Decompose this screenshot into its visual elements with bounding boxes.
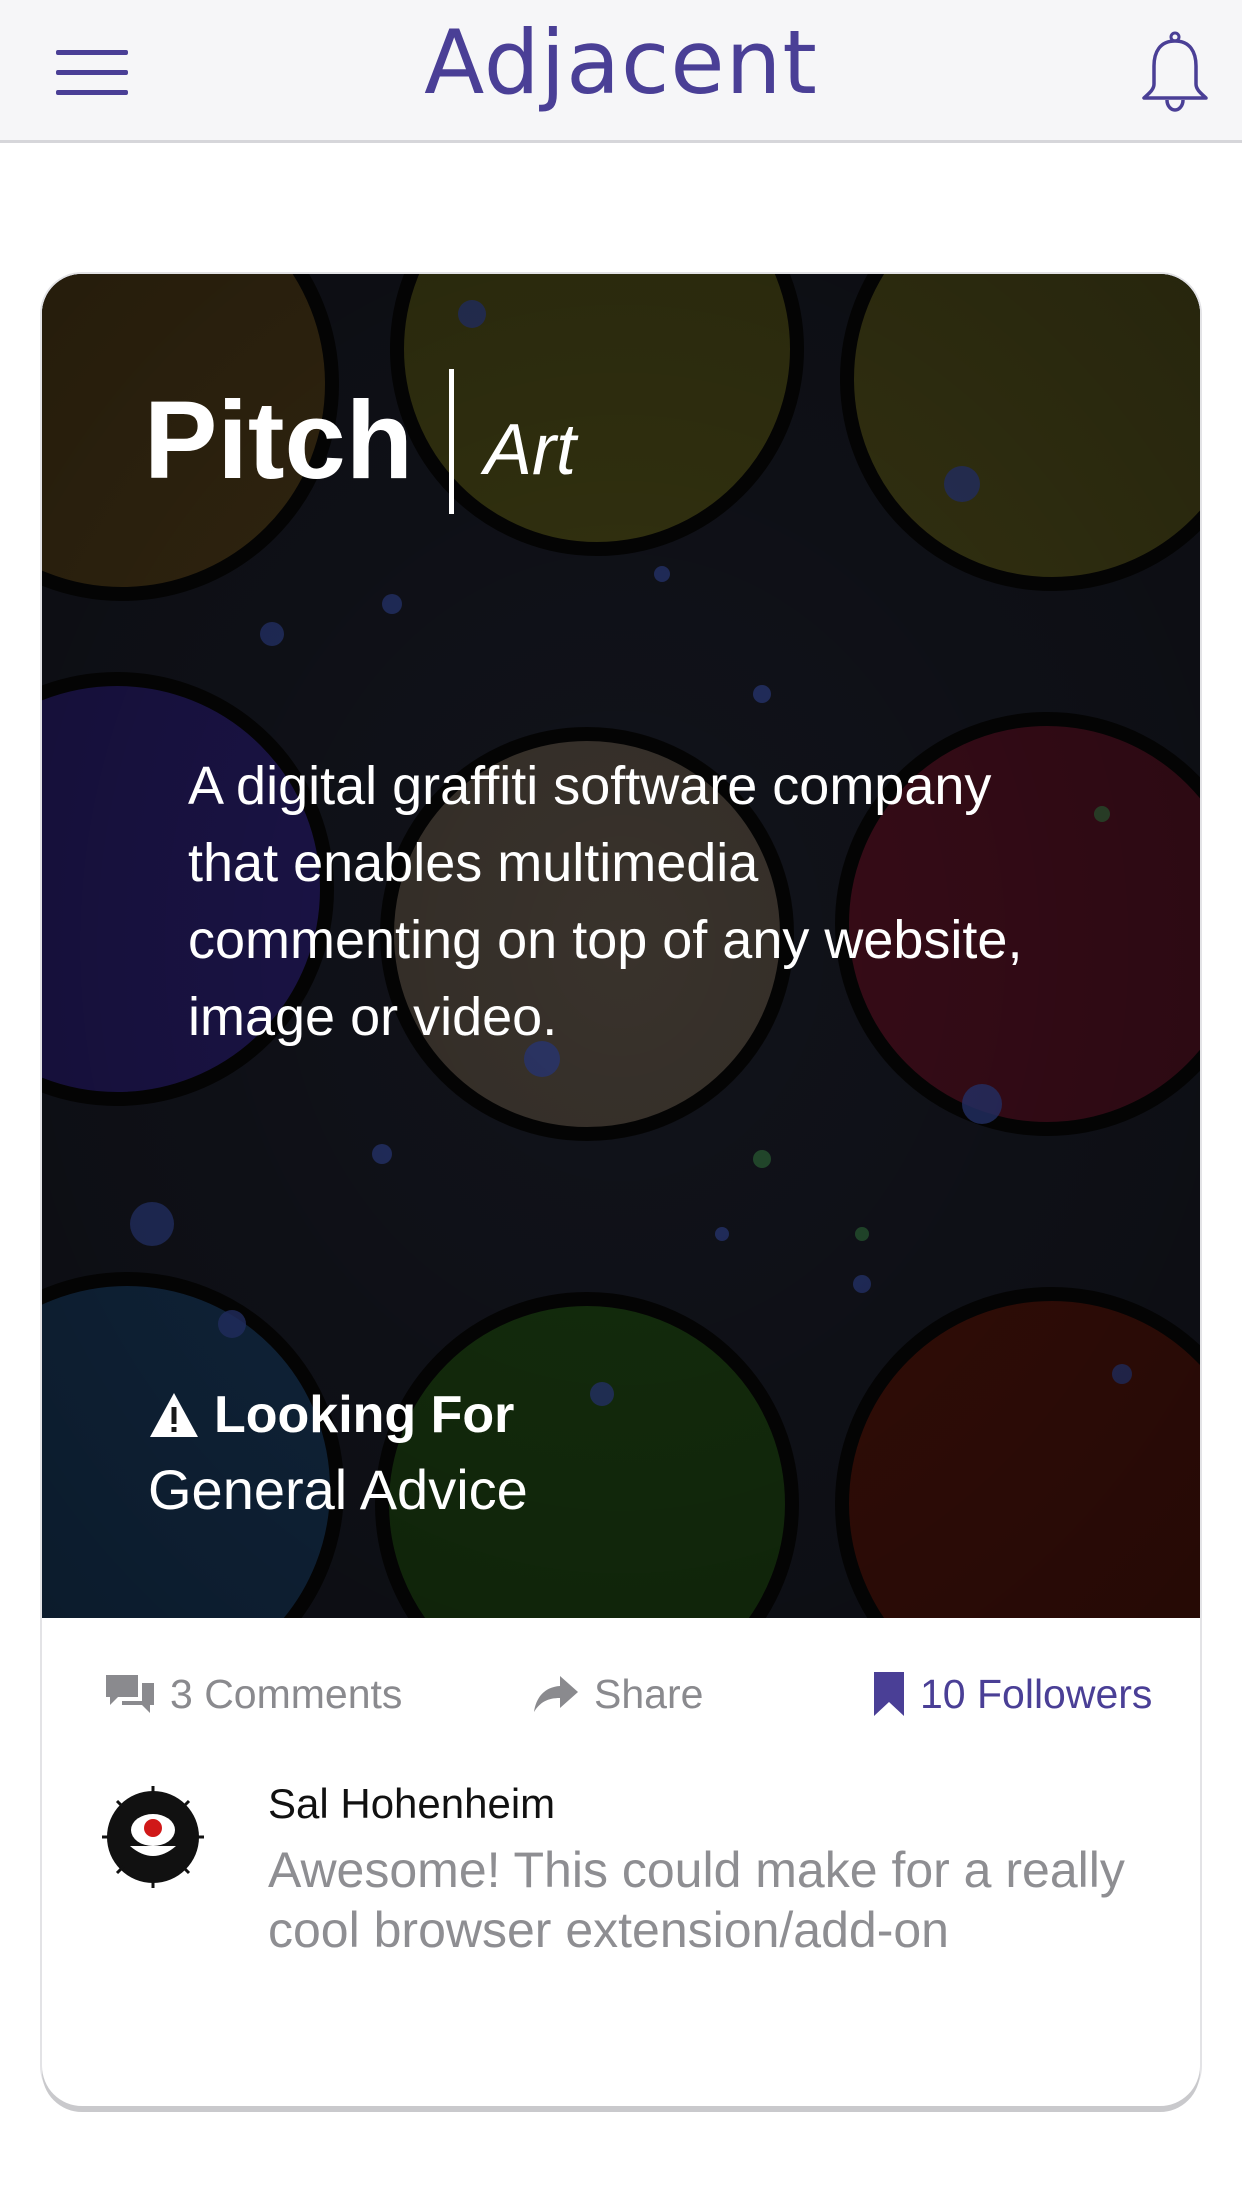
app-logo[interactable]: Adjacent xyxy=(0,8,1242,118)
pitch-title: Pitch Art xyxy=(144,366,576,516)
pitch-category: Art xyxy=(483,410,576,490)
share-button[interactable]: Share xyxy=(532,1664,703,1724)
card-actions: 3 Comments Share 10 Followers xyxy=(42,1618,1200,1768)
comments-count: 3 Comments xyxy=(170,1671,403,1717)
pitch-hero-image[interactable]: Pitch Art A digital graffiti software co… xyxy=(42,274,1200,1618)
comments-button[interactable]: 3 Comments xyxy=(104,1664,402,1724)
warning-icon xyxy=(150,1393,198,1437)
bookmark-icon xyxy=(874,1672,904,1716)
pitch-card[interactable]: Pitch Art A digital graffiti software co… xyxy=(42,274,1200,2106)
pitch-label: Pitch xyxy=(144,379,413,502)
comment-text: Awesome! This could make for a really co… xyxy=(268,1842,1125,1958)
bell-icon[interactable] xyxy=(1140,30,1210,112)
follow-button[interactable]: 10 Followers xyxy=(872,1664,1152,1724)
comments-icon xyxy=(106,1675,154,1713)
share-label: Share xyxy=(594,1671,704,1717)
followers-count: 10 Followers xyxy=(920,1671,1153,1717)
share-arrow-icon xyxy=(534,1676,578,1712)
latest-comment[interactable]: Sal Hohenheim Awesome! This could make f… xyxy=(42,1768,1200,2068)
looking-for-label: Looking For xyxy=(214,1386,515,1444)
looking-for-section: Looking For General Advice xyxy=(148,1380,528,1530)
title-divider xyxy=(448,368,454,514)
looking-for-value: General Advice xyxy=(148,1458,528,1521)
app-header: Adjacent xyxy=(0,0,1242,143)
commenter-name[interactable]: Sal Hohenheim xyxy=(268,1776,555,1832)
commenter-avatar[interactable] xyxy=(100,1784,206,1890)
pitch-description: A digital graffiti software company that… xyxy=(188,756,1023,1047)
